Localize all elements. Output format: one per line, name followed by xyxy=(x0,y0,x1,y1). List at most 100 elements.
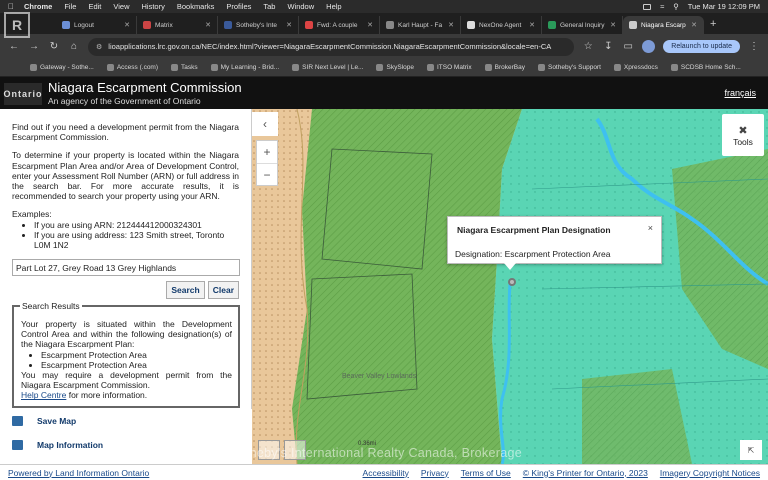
close-icon[interactable]: ✕ xyxy=(286,21,292,29)
tab-favicon-icon xyxy=(224,21,232,29)
close-icon[interactable]: ✕ xyxy=(691,21,697,29)
close-icon[interactable]: ✕ xyxy=(529,21,535,29)
map-view[interactable] xyxy=(252,109,768,464)
bookmark-label: Xpressdocs xyxy=(623,64,658,71)
search-input[interactable] xyxy=(12,259,240,277)
save-icon xyxy=(12,416,23,426)
forward-icon[interactable]: → xyxy=(28,41,40,52)
popup-body: Designation: Escarpment Protection Area xyxy=(455,249,611,259)
tab-niagara-escarpment[interactable]: Niagara Escarp ✕ xyxy=(623,16,704,34)
close-icon[interactable]: ✕ xyxy=(610,21,616,29)
tab-matrix[interactable]: Matrix ✕ xyxy=(137,16,218,34)
bookmark-item[interactable]: BrokerBay xyxy=(484,64,525,71)
tab-general-inquiry[interactable]: General Inquiry ✕ xyxy=(542,16,623,34)
new-tab-icon[interactable]: + xyxy=(710,18,716,30)
tab-nexone[interactable]: NexOne Agent ✕ xyxy=(461,16,542,34)
bookmark-favicon-icon xyxy=(613,64,621,71)
tab-title: Matrix xyxy=(155,21,173,29)
tab-karl-haupt[interactable]: Karl Haupt - Fa ✕ xyxy=(380,16,461,34)
ontario-logo[interactable]: Ontario xyxy=(4,83,42,105)
escarpment-natural-area xyxy=(292,109,522,464)
wifi-icon[interactable]: ≈ xyxy=(660,2,664,11)
bookmark-item[interactable]: Tasks xyxy=(171,64,198,71)
map-information-label: Map Information xyxy=(37,440,104,450)
imagery-copyright-link[interactable]: Imagery Copyright Notices xyxy=(660,468,760,478)
bookmark-favicon-icon xyxy=(171,64,179,71)
tools-button[interactable]: ✖ Tools xyxy=(722,114,764,156)
relaunch-button[interactable]: Relaunch to update xyxy=(663,40,740,53)
expand-icon[interactable]: ⇱ xyxy=(740,440,762,460)
address-bar[interactable]: ⚙ lioapplications.lrc.gov.on.ca/NEC/inde… xyxy=(88,37,575,56)
copyright-link[interactable]: © King's Printer for Ontario, 2023 xyxy=(523,468,648,478)
more-menu-icon[interactable]: ⋮ xyxy=(748,41,760,52)
map-canvas[interactable] xyxy=(252,109,768,464)
zoom-out-button[interactable]: − xyxy=(257,163,277,185)
close-icon[interactable]: ✕ xyxy=(448,21,454,29)
privacy-link[interactable]: Privacy xyxy=(421,468,449,478)
clear-button[interactable]: Clear xyxy=(207,281,239,300)
bookmark-item[interactable]: SkySlope xyxy=(376,64,414,71)
menu-view[interactable]: View xyxy=(113,2,129,11)
watermark: Sotheby's International Realty Canada, B… xyxy=(230,446,522,460)
search-button[interactable]: Search xyxy=(166,281,205,300)
popup-title: Niagara Escarpment Plan Designation xyxy=(457,225,611,235)
bookmark-item[interactable]: ITSO Matrix xyxy=(426,64,472,71)
menu-profiles[interactable]: Profiles xyxy=(226,2,251,11)
apple-icon[interactable]:  xyxy=(8,2,14,11)
bookmark-favicon-icon xyxy=(210,64,218,71)
bookmark-favicon-icon xyxy=(670,64,678,71)
bookmark-item[interactable]: SCDSB Home Sch... xyxy=(670,64,741,71)
powered-by-link[interactable]: Powered by Land Information Ontario xyxy=(8,468,149,478)
bookmark-label: My Learning - Brid... xyxy=(220,64,280,71)
menu-tab[interactable]: Tab xyxy=(263,2,275,11)
bookmark-item[interactable]: My Learning - Brid... xyxy=(210,64,280,71)
bookmark-item[interactable]: Access (.com) xyxy=(106,64,159,71)
menu-app-name[interactable]: Chrome xyxy=(24,2,52,11)
help-centre-link[interactable]: Help Centre xyxy=(21,390,66,400)
accessibility-link[interactable]: Accessibility xyxy=(363,468,409,478)
menu-help[interactable]: Help xyxy=(326,2,341,11)
profile-avatar[interactable] xyxy=(642,40,656,53)
site-info-icon[interactable]: ⚙ xyxy=(96,43,102,51)
home-icon[interactable]: ⌂ xyxy=(68,41,80,52)
back-icon[interactable]: ← xyxy=(8,41,20,52)
bookmark-label: SCDSB Home Sch... xyxy=(680,64,741,71)
reload-icon[interactable]: ↻ xyxy=(48,41,60,52)
close-icon[interactable]: ✕ xyxy=(205,21,211,29)
terms-of-use-link[interactable]: Terms of Use xyxy=(461,468,511,478)
bookmark-label: Access (.com) xyxy=(116,64,159,71)
popup-close-icon[interactable]: × xyxy=(648,223,653,233)
save-map-button[interactable]: Save Map xyxy=(0,409,252,433)
clock[interactable]: Tue Mar 19 12:09 PM xyxy=(688,2,760,11)
close-icon[interactable]: ✕ xyxy=(367,21,373,29)
bookmarks-bar: Gateway - Sothe... Access (.com) Tasks M… xyxy=(0,59,768,77)
map-information-button[interactable]: Map Information xyxy=(0,433,252,457)
menu-window[interactable]: Window xyxy=(287,2,314,11)
menu-bookmarks[interactable]: Bookmarks xyxy=(177,2,215,11)
close-icon[interactable]: ✕ xyxy=(124,21,130,29)
download-icon[interactable]: ↧ xyxy=(602,41,614,52)
footer-links: Accessibility Privacy Terms of Use © Kin… xyxy=(363,468,768,478)
language-toggle-link[interactable]: français xyxy=(724,88,756,98)
sidebar-icon[interactable]: ▭ xyxy=(622,41,634,52)
collapse-panel-button[interactable]: ‹ xyxy=(252,112,278,136)
designation-item: Escarpment Protection Area xyxy=(41,350,232,360)
example-item: If you are using address: 123 Smith stre… xyxy=(34,230,239,250)
menu-history[interactable]: History xyxy=(142,2,165,11)
tab-logout[interactable]: Logout ✕ xyxy=(56,16,137,34)
battery-icon[interactable] xyxy=(643,3,652,10)
bookmark-item[interactable]: Sotheby's Support xyxy=(537,64,601,71)
bookmark-item[interactable]: SIR Next Level | Le... xyxy=(292,64,363,71)
search-icon[interactable]: ⚲ xyxy=(673,2,679,11)
location-pin-icon[interactable] xyxy=(508,278,516,286)
bookmark-item[interactable]: Xpressdocs xyxy=(613,64,658,71)
zoom-in-button[interactable]: + xyxy=(257,141,277,163)
menu-file[interactable]: File xyxy=(64,2,76,11)
tab-sothebys[interactable]: Sotheby's Inte ✕ xyxy=(218,16,299,34)
intro-text: Find out if you need a development permi… xyxy=(12,122,239,143)
bookmark-item[interactable]: Gateway - Sothe... xyxy=(30,64,94,71)
bookmark-star-icon[interactable]: ☆ xyxy=(582,41,594,52)
designations-list: Escarpment Protection Area Escarpment Pr… xyxy=(41,350,232,370)
tab-gmail[interactable]: Fwd: A couple ✕ xyxy=(299,16,380,34)
menu-edit[interactable]: Edit xyxy=(88,2,101,11)
